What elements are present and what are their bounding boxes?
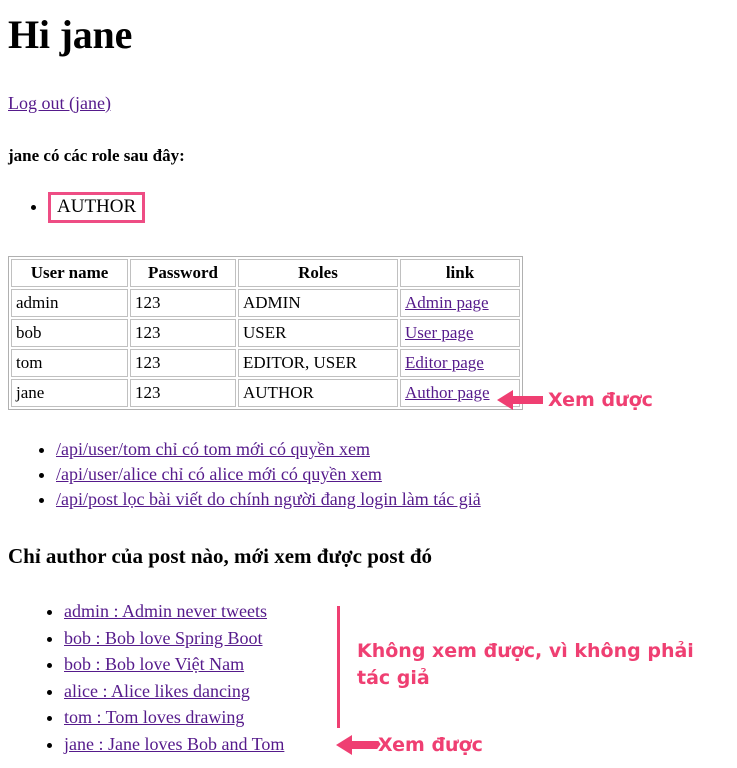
post-link-admin[interactable]: admin : Admin never tweets (64, 601, 267, 621)
table-row: bob 123 USER User page (11, 319, 520, 347)
api-user-alice-link[interactable]: /api/user/alice chỉ có alice mới có quyề… (56, 464, 382, 484)
cell-link: Editor page (400, 349, 520, 377)
api-user-tom-link[interactable]: /api/user/tom chỉ có tom mới có quyền xe… (56, 439, 370, 459)
list-item: admin : Admin never tweets (64, 598, 284, 625)
role-badge-author: AUTHOR (48, 192, 146, 223)
cell-roles: EDITOR, USER (238, 349, 398, 377)
post-link-bob-vietnam[interactable]: bob : Bob love Việt Nam (64, 654, 244, 674)
left-arrow-icon (497, 389, 543, 416)
left-arrow-icon (336, 734, 382, 761)
logout-link[interactable]: Log out (jane) (8, 93, 111, 113)
post-section-heading: Chỉ author của post nào, mới xem được po… (8, 544, 433, 568)
post-link-jane[interactable]: jane : Jane loves Bob and Tom (64, 734, 284, 754)
cell-username: tom (11, 349, 128, 377)
role-heading: jane có các role sau đây: (8, 146, 185, 165)
list-item: jane : Jane loves Bob and Tom (64, 731, 284, 758)
page-root: Hi jane Log out (jane) jane có các role … (0, 0, 737, 768)
list-item: bob : Bob love Việt Nam (64, 651, 284, 678)
cell-username: bob (11, 319, 128, 347)
editor-page-link[interactable]: Editor page (405, 353, 484, 372)
list-item: alice : Alice likes dancing (64, 678, 284, 705)
annotation-vertical-line (337, 606, 340, 728)
api-link-list: /api/user/tom chỉ có tom mới có quyền xe… (8, 437, 481, 512)
users-table: User name Password Roles link admin 123 … (8, 256, 523, 410)
cell-roles: AUTHOR (238, 379, 398, 407)
list-item: AUTHOR (48, 192, 146, 223)
column-header-link: link (400, 259, 520, 287)
cell-username: admin (11, 289, 128, 317)
post-link-bob-spring[interactable]: bob : Bob love Spring Boot (64, 628, 263, 648)
post-list: admin : Admin never tweets bob : Bob lov… (8, 598, 284, 757)
cell-link: Admin page (400, 289, 520, 317)
annotation-posts-allowed: Xem được (378, 734, 483, 756)
column-header-password: Password (130, 259, 236, 287)
cell-password: 123 (130, 289, 236, 317)
column-header-username: User name (11, 259, 128, 287)
page-title: Hi jane (8, 12, 133, 57)
cell-roles: USER (238, 319, 398, 347)
table-row: jane 123 AUTHOR Author page (11, 379, 520, 407)
column-header-roles: Roles (238, 259, 398, 287)
logout-line: Log out (jane) (8, 92, 111, 114)
annotation-table-visible: Xem được (548, 389, 653, 411)
api-post-link[interactable]: /api/post lọc bài viết do chính người đa… (56, 489, 481, 509)
cell-password: 123 (130, 349, 236, 377)
post-link-alice[interactable]: alice : Alice likes dancing (64, 681, 250, 701)
table-header-row: User name Password Roles link (11, 259, 520, 287)
author-page-link[interactable]: Author page (405, 383, 490, 402)
list-item: tom : Tom loves drawing (64, 704, 284, 731)
annotation-posts-denied: Không xem được, vì không phải tác giả (357, 640, 694, 689)
list-item: /api/user/tom chỉ có tom mới có quyền xe… (56, 437, 481, 462)
cell-link: User page (400, 319, 520, 347)
list-item: bob : Bob love Spring Boot (64, 625, 284, 652)
cell-password: 123 (130, 319, 236, 347)
role-list: AUTHOR (8, 192, 146, 223)
cell-password: 123 (130, 379, 236, 407)
user-page-link[interactable]: User page (405, 323, 473, 342)
table-row: admin 123 ADMIN Admin page (11, 289, 520, 317)
list-item: /api/post lọc bài viết do chính người đa… (56, 487, 481, 512)
list-item: /api/user/alice chỉ có alice mới có quyề… (56, 462, 481, 487)
cell-roles: ADMIN (238, 289, 398, 317)
cell-username: jane (11, 379, 128, 407)
table-row: tom 123 EDITOR, USER Editor page (11, 349, 520, 377)
post-link-tom[interactable]: tom : Tom loves drawing (64, 707, 244, 727)
admin-page-link[interactable]: Admin page (405, 293, 489, 312)
